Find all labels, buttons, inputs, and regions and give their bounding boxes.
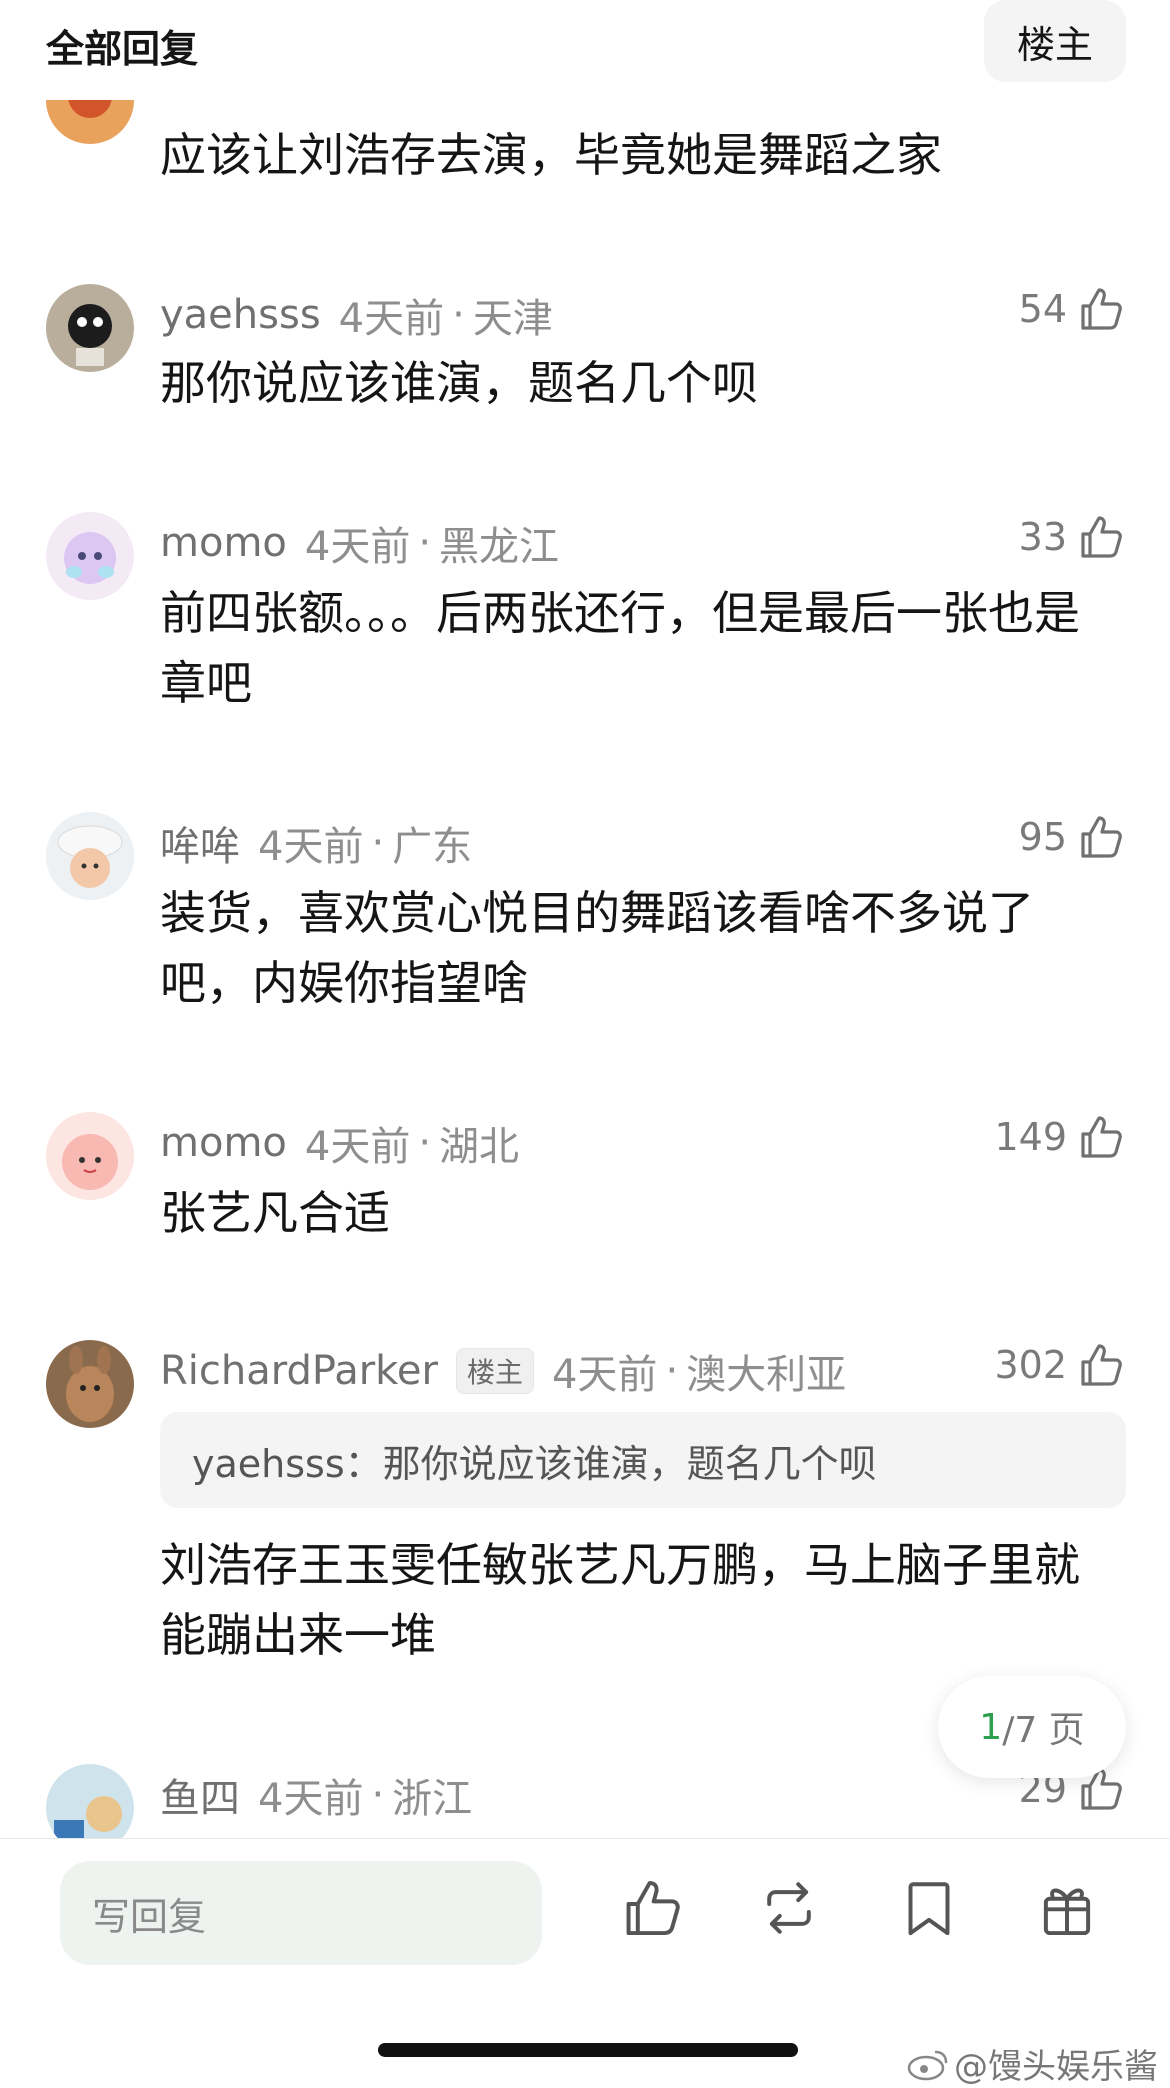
thumbs-up-icon <box>1075 1340 1125 1390</box>
comment-meta: RichardParker 楼主 4天前 · 澳大利亚 <box>160 1342 846 1400</box>
like-button[interactable]: 95 <box>1019 812 1125 862</box>
avatar[interactable] <box>46 812 134 900</box>
avatar[interactable] <box>46 284 134 372</box>
username[interactable]: 哞哞 <box>160 814 240 872</box>
current-page: 1 <box>979 1706 1003 1748</box>
page-title: 全部回复 <box>46 27 199 71</box>
location: 浙江 <box>392 1776 473 1822</box>
repost-icon[interactable] <box>756 1875 822 1941</box>
meta-separator: · <box>418 1120 432 1166</box>
comment-meta: 哞哞 4天前 · 广东 <box>160 814 472 872</box>
comment-meta: 鱼四 4天前 · 浙江 <box>160 1766 472 1824</box>
thumbs-up-icon <box>1075 284 1125 334</box>
like-count: 149 <box>994 1115 1067 1159</box>
total-pages: /7 页 <box>1002 1710 1085 1751</box>
username[interactable]: momo <box>160 520 287 566</box>
meta-separator: · <box>452 292 465 338</box>
username[interactable]: RichardParker <box>160 1348 438 1394</box>
timestamp: 4天前 <box>258 1776 364 1822</box>
thumbs-up-icon[interactable] <box>618 1875 684 1941</box>
home-indicator <box>378 2043 798 2057</box>
like-count: 33 <box>1018 515 1067 559</box>
username[interactable]: 鱼四 <box>160 1766 240 1824</box>
thumbs-up-icon <box>1075 512 1125 562</box>
timestamp: 4天前 <box>258 824 364 870</box>
like-button[interactable]: 149 <box>994 1112 1125 1162</box>
page-indicator[interactable]: 1/7 页 <box>938 1676 1126 1778</box>
like-count: 95 <box>1018 815 1067 859</box>
comment-text: 前四张额。。。后两张还行，但是最后一张也是章吧 <box>160 586 1080 710</box>
gift-icon[interactable] <box>1034 1875 1100 1941</box>
location: 湖北 <box>439 1124 520 1170</box>
comment-meta: yaehsss 4天前 · 天津 <box>160 286 553 344</box>
bottom-action-bar: 写回复 @馒头娱乐酱 <box>0 1838 1170 2087</box>
quoted-reply[interactable]: yaehsss：那你说应该谁演，题名几个呗 <box>160 1412 1126 1508</box>
comment-text: 应该让刘浩存去演，毕竟她是舞蹈之家 <box>160 128 942 182</box>
like-button[interactable]: 54 <box>1019 284 1125 334</box>
avatar[interactable] <box>46 1340 134 1428</box>
username[interactable]: momo <box>160 1120 287 1166</box>
owner-badge: 楼主 <box>455 1348 534 1394</box>
reply-input[interactable]: 写回复 <box>60 1861 542 1965</box>
location: 黑龙江 <box>439 524 560 570</box>
timestamp: 4天前 <box>338 296 445 342</box>
location: 天津 <box>472 296 553 342</box>
meta-separator: · <box>371 820 385 866</box>
meta-separator: · <box>418 520 432 566</box>
username[interactable]: yaehsss <box>160 292 321 338</box>
location: 广东 <box>392 824 473 870</box>
top-bar: 全部回复 楼主 <box>0 0 1170 100</box>
comment-meta: momo 4天前 · 黑龙江 <box>160 514 559 572</box>
timestamp: 4天前 <box>304 1124 411 1170</box>
weibo-logo-icon <box>907 2050 948 2080</box>
owner-only-button[interactable]: 楼主 <box>984 0 1126 82</box>
thumbs-up-icon <box>1075 812 1125 862</box>
comment-meta: momo 4天前 · 湖北 <box>160 1114 519 1172</box>
location: 澳大利亚 <box>686 1352 847 1398</box>
timestamp: 4天前 <box>304 524 411 570</box>
timestamp: 4天前 <box>551 1352 658 1398</box>
like-count: 54 <box>1018 287 1067 331</box>
like-button[interactable]: 302 <box>994 1340 1125 1390</box>
avatar[interactable] <box>46 512 134 600</box>
meta-separator: · <box>665 1348 679 1394</box>
comment-text: 那你说应该谁演，题名几个呗 <box>160 356 758 410</box>
like-count: 302 <box>994 1343 1067 1387</box>
meta-separator: · <box>371 1772 385 1818</box>
thumbs-up-icon <box>1075 1112 1125 1162</box>
like-button[interactable]: 33 <box>1019 512 1125 562</box>
comment-text: 刘浩存王玉雯任敏张艺凡万鹏，马上脑子里就能蹦出来一堆 <box>160 1538 1080 1662</box>
avatar[interactable] <box>46 1112 134 1200</box>
comment-text: 张艺凡合适 <box>160 1186 390 1240</box>
comment-text: 装货，喜欢赏心悦目的舞蹈该看啥不多说了吧，内娱你指望啥 <box>160 886 1034 1010</box>
bookmark-icon[interactable] <box>896 1875 962 1941</box>
